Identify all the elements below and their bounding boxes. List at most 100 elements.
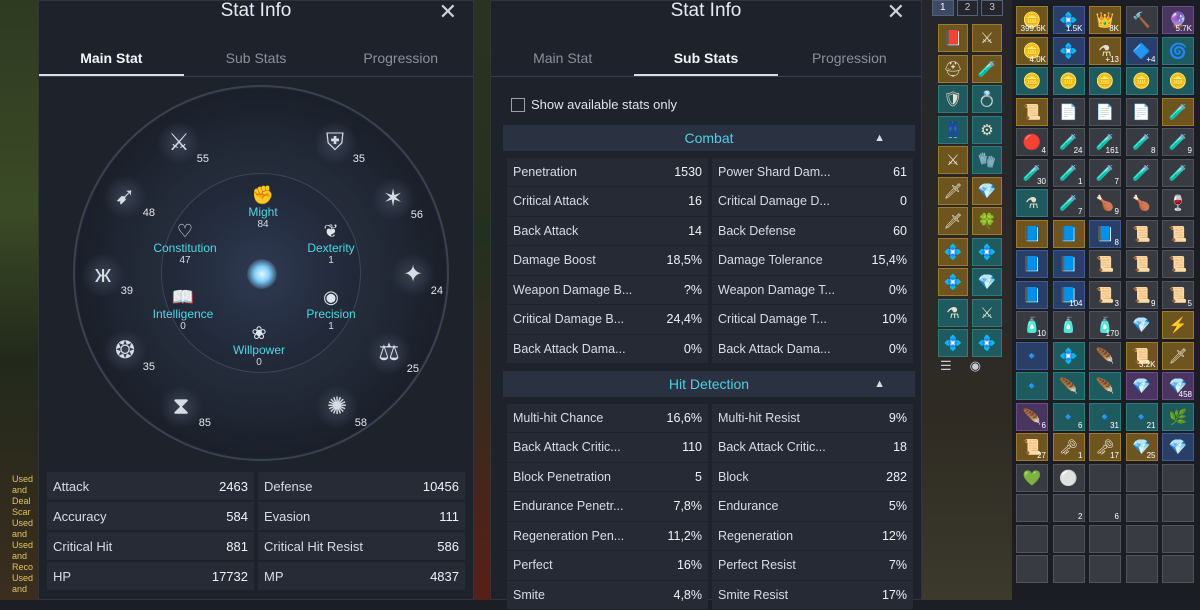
equipment-slot[interactable]: 🍀 (972, 207, 1002, 235)
stat-cell[interactable]: Regeneration Pen... 11,2% (507, 521, 708, 550)
inventory-slot[interactable] (1052, 524, 1085, 553)
ring-node-wing[interactable]: ✺ 58 (315, 385, 367, 429)
inventory-slot[interactable]: 🧪 (1162, 158, 1194, 187)
inventory-slot[interactable]: 🪶 (1052, 372, 1085, 400)
inventory-slot[interactable]: ⚪ (1052, 463, 1085, 492)
collapse-arrow-icon[interactable]: ▲ (874, 371, 885, 397)
inventory-slot[interactable]: 📜 5 (1162, 280, 1194, 309)
inventory-slot[interactable]: 🗡 (1162, 341, 1194, 370)
inventory-slot[interactable]: 🧪 7 (1052, 189, 1085, 217)
inventory-slot[interactable]: 📘 (1052, 250, 1085, 278)
ring-node-bow[interactable]: ➹ 48 (103, 175, 155, 219)
inventory-slot[interactable] (1125, 494, 1158, 522)
inventory-slot[interactable]: 💠 (1052, 36, 1085, 65)
equipment-slot[interactable]: ⚗ (938, 298, 968, 327)
inventory-slot[interactable]: 📜 (1125, 219, 1158, 248)
list-icon[interactable]: ☰ (940, 358, 952, 374)
inventory-slot[interactable]: 🪙 (1016, 67, 1048, 95)
inventory-slot[interactable] (1089, 463, 1121, 492)
inventory-slot[interactable] (1016, 524, 1048, 553)
equipment-slot[interactable]: 💍 (972, 85, 1002, 113)
tab-main-stat[interactable]: Main Stat (39, 41, 184, 76)
inventory-slot[interactable]: 💎 25 (1125, 433, 1158, 461)
stat-cell[interactable]: Weapon Damage T... 0% (712, 275, 913, 304)
equipment-slot[interactable]: 💎 (972, 176, 1002, 205)
ring-node-compass[interactable]: ✦ 24 (391, 253, 443, 297)
stat-cell[interactable]: Critical Attack 16 (507, 187, 708, 216)
inventory-slot[interactable] (1125, 555, 1158, 583)
equipment-slot[interactable]: 💎 (972, 268, 1002, 296)
ring-node-butterfly[interactable]: ж 39 (81, 253, 133, 297)
equipment-slot[interactable]: 💠 (972, 237, 1002, 266)
inventory-slot[interactable]: ⚡ (1162, 311, 1194, 339)
inventory-slot[interactable] (1162, 555, 1194, 583)
inventory-slot[interactable]: 📘 (1016, 250, 1048, 278)
ring-node-star[interactable]: ✶ 56 (371, 177, 423, 221)
tab-sub-stats[interactable]: Sub Stats (634, 41, 778, 76)
inventory-slot[interactable]: 📜 9 (1125, 280, 1158, 309)
inventory-slot[interactable] (1125, 524, 1158, 553)
inventory-page-tab[interactable]: 1 (932, 0, 954, 16)
equipment-slot[interactable]: ⚔ (938, 146, 968, 174)
inventory-slot[interactable]: 📜 3.2K (1125, 341, 1158, 370)
inventory-slot[interactable]: 6 (1089, 494, 1121, 522)
inventory-slot[interactable]: ⚗ (1016, 189, 1048, 217)
inventory-slot[interactable]: 🧴 10 (1016, 311, 1048, 339)
stat-cell[interactable]: Critical Damage B... 24,4% (507, 305, 708, 334)
stat-cell[interactable]: Regeneration 12% (712, 521, 913, 550)
close-icon[interactable]: ✕ (439, 0, 457, 25)
inventory-slot[interactable]: 🪶 (1089, 372, 1121, 400)
tab-progression[interactable]: Progression (778, 41, 921, 76)
inventory-slot[interactable]: 📜 (1162, 250, 1194, 278)
inventory-slot[interactable]: 💎 458 (1162, 372, 1194, 400)
inventory-slot[interactable]: 📜 (1125, 250, 1158, 278)
collapse-arrow-icon[interactable]: ▲ (874, 125, 885, 151)
inventory-slot[interactable]: 🧪 8 (1125, 128, 1158, 156)
equipment-slot[interactable]: 🧤 (972, 146, 1002, 174)
stat-cell[interactable]: Perfect 16% (507, 551, 708, 580)
equipment-slot[interactable]: 🧪 (972, 54, 1002, 83)
inventory-slot[interactable] (1016, 494, 1048, 522)
stat-cell[interactable]: Multi-hit Resist 9% (712, 403, 913, 432)
equipment-slot[interactable]: 💠 (972, 329, 1002, 357)
equipment-slot[interactable]: 💠 (938, 268, 968, 296)
stat-cell[interactable]: Multi-hit Chance 16,6% (507, 403, 708, 432)
inventory-slot[interactable]: 2 (1052, 494, 1085, 522)
stat-cell[interactable]: Back Attack Critic... 18 (712, 433, 913, 462)
inventory-slot[interactable]: 💚 (1016, 463, 1048, 492)
equipment-slot[interactable]: ⛑ (938, 54, 968, 83)
tab-main-stat[interactable]: Main Stat (491, 41, 634, 76)
inventory-slot[interactable]: ⚗ +13 (1089, 36, 1121, 65)
inventory-slot[interactable]: 🧪 (1162, 97, 1194, 126)
stat-cell[interactable]: Smite 4,8% (507, 580, 708, 609)
inventory-slot[interactable]: 🌀 (1162, 36, 1194, 65)
inventory-slot[interactable] (1125, 463, 1158, 492)
stat-cell[interactable]: Back Attack Dama... 0% (712, 334, 913, 363)
equipment-slot[interactable]: 🛡 (938, 85, 968, 113)
stat-cell[interactable]: Endurance 5% (712, 492, 913, 521)
section-header-hit-detection[interactable]: Hit Detection ▲ (503, 371, 915, 397)
stat-cell[interactable]: Endurance Penetr... 7,8% (507, 492, 708, 521)
ring-node-hourglass[interactable]: ⧗ 85 (159, 385, 211, 429)
inventory-slot[interactable]: 🧪 1 (1052, 158, 1085, 187)
stat-cell[interactable]: Block 282 (712, 462, 913, 491)
inventory-slot[interactable]: 📜 (1089, 250, 1121, 278)
inventory-slot[interactable] (1162, 524, 1194, 553)
inventory-slot[interactable]: 🧪 7 (1089, 158, 1121, 187)
core-stat-willpower[interactable]: ❀ Willpower 0 (214, 323, 304, 369)
inventory-slot[interactable]: 📜 (1162, 219, 1194, 248)
stat-cell[interactable]: Smite Resist 17% (712, 580, 913, 609)
equipment-slot[interactable]: 📕 (938, 24, 968, 52)
inventory-slot[interactable]: 🗝 1 (1052, 433, 1085, 461)
inventory-slot[interactable]: 🌿 (1162, 402, 1194, 431)
inventory-slot[interactable]: 🔮 5.7K (1162, 6, 1194, 34)
inventory-slot[interactable]: 🪙 (1125, 67, 1158, 95)
stat-cell[interactable]: Block Penetration 5 (507, 462, 708, 491)
ring-node-sword[interactable]: ⚔ 55 (157, 121, 209, 165)
inventory-slot[interactable]: 📘 8 (1089, 219, 1121, 248)
inventory-slot[interactable]: 💎 (1162, 433, 1194, 461)
inventory-slot[interactable]: 📄 (1052, 97, 1085, 126)
inventory-slot[interactable]: 📜 27 (1016, 433, 1048, 461)
stat-cell[interactable]: Damage Tolerance 15,4% (712, 246, 913, 275)
inventory-slot[interactable] (1052, 555, 1085, 583)
